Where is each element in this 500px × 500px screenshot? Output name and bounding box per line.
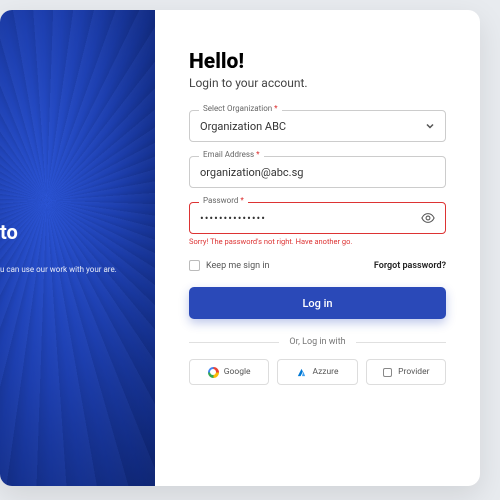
organization-select[interactable]: Organization ABC xyxy=(189,110,446,142)
organization-field: Select Organization * Organization ABC xyxy=(189,110,446,142)
email-value: organization@abc.sg xyxy=(200,166,303,179)
forgot-password-link[interactable]: Forgot password? xyxy=(374,261,446,271)
password-field[interactable]: •••••••••••••• xyxy=(189,202,446,234)
welcome-heading: to xyxy=(0,220,141,244)
provider-icon xyxy=(382,367,393,378)
divider-label: Or, Log in with xyxy=(289,337,345,347)
google-icon xyxy=(208,367,219,378)
page-subtitle: Login to your account. xyxy=(189,76,446,90)
organization-value: Organization ABC xyxy=(200,120,286,133)
login-card: to u can use our work with your are. Hel… xyxy=(0,10,480,486)
organization-label: Select Organization * xyxy=(199,104,282,113)
provider-button[interactable]: Provider xyxy=(366,359,446,385)
keep-checkbox[interactable] xyxy=(189,260,200,271)
hero-panel: to u can use our work with your are. xyxy=(0,10,155,486)
divider: Or, Log in with xyxy=(189,337,446,347)
provider-label: Provider xyxy=(398,367,429,377)
password-field-wrapper: Password * •••••••••••••• Sorry! The pas… xyxy=(189,202,446,246)
divider-line xyxy=(189,342,279,343)
password-error: Sorry! The password's not right. Have an… xyxy=(189,237,446,246)
google-label: Google xyxy=(224,367,251,377)
google-button[interactable]: Google xyxy=(189,359,269,385)
azure-icon xyxy=(296,367,307,378)
email-field[interactable]: organization@abc.sg xyxy=(189,156,446,188)
password-label: Password * xyxy=(199,196,248,205)
azure-label: Azzure xyxy=(312,367,338,377)
login-button[interactable]: Log in xyxy=(189,287,446,319)
welcome-description: u can use our work with your are. xyxy=(0,264,141,276)
eye-icon[interactable] xyxy=(421,211,435,225)
social-login-row: Google Azzure Provider xyxy=(189,359,446,385)
options-row: Keep me sign in Forgot password? xyxy=(189,260,446,271)
divider-line xyxy=(356,342,446,343)
chevron-down-icon xyxy=(425,121,435,131)
keep-label: Keep me sign in xyxy=(206,261,270,271)
azure-button[interactable]: Azzure xyxy=(277,359,357,385)
password-value: •••••••••••••• xyxy=(200,212,266,225)
keep-signed-in[interactable]: Keep me sign in xyxy=(189,260,270,271)
login-form: Hello! Login to your account. Select Org… xyxy=(155,10,480,486)
page-title: Hello! xyxy=(189,50,446,74)
email-field-wrapper: Email Address * organization@abc.sg xyxy=(189,156,446,188)
email-label: Email Address * xyxy=(199,150,264,159)
